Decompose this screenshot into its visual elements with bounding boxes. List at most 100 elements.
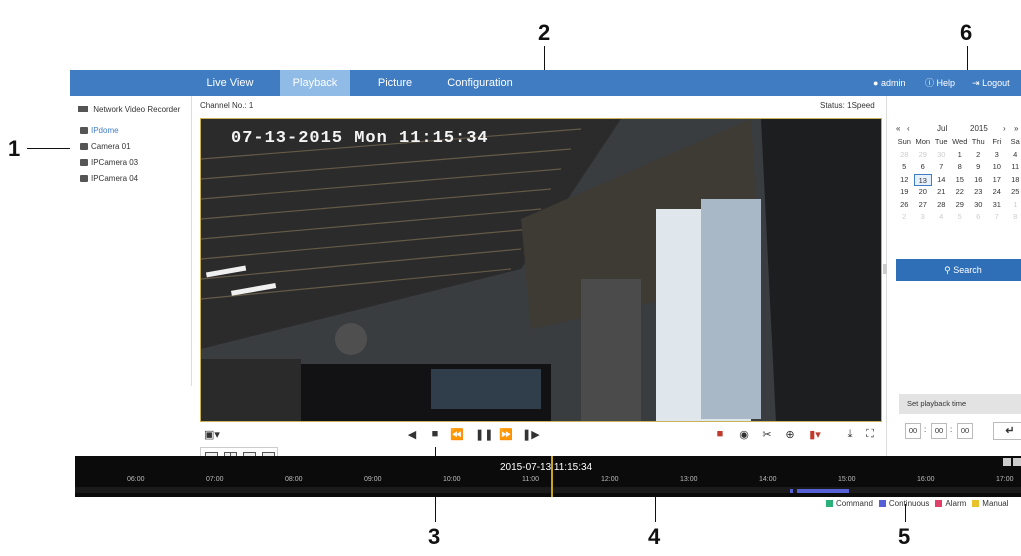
second-field[interactable]: 00 — [957, 423, 973, 439]
prev-year-icon[interactable]: « — [896, 124, 900, 133]
calendar-day[interactable]: 1 — [951, 149, 970, 162]
calendar-day[interactable]: 7 — [932, 161, 951, 174]
calendar-day[interactable]: 15 — [951, 174, 970, 187]
help-label: Help — [936, 78, 956, 88]
calendar-day[interactable]: 4 — [1006, 149, 1021, 162]
calendar-day[interactable]: 29 — [951, 199, 970, 212]
calendar-day[interactable]: 6 — [914, 161, 933, 174]
next-month-icon[interactable]: › — [1003, 124, 1006, 133]
nav-picture[interactable]: Picture — [370, 70, 420, 96]
calendar-day[interactable]: 31 — [988, 199, 1007, 212]
nav-playback[interactable]: Playback — [280, 70, 350, 96]
calendar-day[interactable]: 30 — [932, 149, 951, 162]
panel-collapse-handle[interactable] — [883, 264, 887, 274]
zoom-out-icon[interactable] — [1003, 458, 1011, 466]
clip-icon[interactable]: ✂ — [760, 428, 774, 441]
playback-toolbar: ▣▾ ◀ ■ ⏪ ❚❚ ⏩ ❚▶ ■ ◉ ✂ ⊕ ▮▾ ⤓ ⛶ — [200, 425, 882, 447]
playback-timeline[interactable]: 2015-07-13 11:15:34 06:00 07:00 08:00 09:00… — [75, 456, 1021, 497]
single-frame-icon[interactable]: ❚▶ — [522, 428, 540, 441]
calendar-day[interactable]: 14 — [932, 174, 951, 187]
calendar-day[interactable]: 3 — [914, 211, 933, 224]
legend-label: Command — [836, 499, 873, 508]
nav-live-view[interactable]: Live View — [200, 70, 260, 96]
minute-field[interactable]: 00 — [931, 423, 947, 439]
calendar-day[interactable]: 26 — [895, 199, 914, 212]
calendar-day[interactable]: 10 — [988, 161, 1007, 174]
calendar-day[interactable]: 5 — [951, 211, 970, 224]
volume-icon[interactable]: ▮▾ — [804, 428, 826, 441]
calendar-day[interactable]: 24 — [988, 186, 1007, 199]
weekday-label: Wed — [952, 137, 968, 146]
legend-swatch — [826, 500, 833, 507]
calendar-day[interactable]: 1 — [1006, 199, 1021, 212]
calendar-day[interactable]: 12 — [895, 174, 914, 187]
video-frame-image — [201, 119, 881, 421]
calendar-day[interactable]: 19 — [895, 186, 914, 199]
calendar-day[interactable]: 8 — [1006, 211, 1021, 224]
tree-item-ipdome[interactable]: IPdome — [80, 126, 119, 135]
tree-item-camera-01[interactable]: Camera 01 — [80, 142, 131, 151]
pause-icon[interactable]: ❚❚ — [475, 428, 493, 441]
calendar-day[interactable]: 13 — [913, 173, 932, 186]
camera-icon — [80, 143, 88, 150]
go-to-time-button[interactable]: ↵ — [993, 422, 1021, 440]
tree-item-label: IPCamera 03 — [91, 158, 139, 167]
tree-item-ipcamera-03[interactable]: IPCamera 03 — [80, 158, 138, 167]
calendar-day[interactable]: 4 — [932, 211, 951, 224]
callout-2-line — [544, 46, 545, 70]
slow-forward-icon[interactable]: ⏪ — [450, 428, 464, 441]
search-button[interactable]: ⚲ Search — [896, 259, 1021, 281]
calendar-day[interactable]: 2 — [895, 211, 914, 224]
timeline-tick-label: 06:00 — [127, 476, 145, 483]
digital-zoom-icon[interactable]: ⊕ — [783, 428, 797, 441]
video-playback-window[interactable]: 07-13-2015 Mon 11:15:34 — [200, 118, 882, 422]
calendar-day[interactable]: 3 — [988, 149, 1007, 162]
calendar-day[interactable]: 16 — [969, 174, 988, 187]
calendar-day[interactable]: 7 — [988, 211, 1007, 224]
time-separator: : — [924, 425, 927, 434]
stop-all-icon[interactable]: ■ — [713, 428, 727, 440]
calendar-day[interactable]: 30 — [969, 199, 988, 212]
prev-month-icon[interactable]: ‹ — [907, 124, 910, 133]
capture-icon[interactable]: ◉ — [737, 428, 751, 441]
calendar-day[interactable]: 21 — [932, 186, 951, 199]
calendar-day[interactable]: 28 — [932, 199, 951, 212]
calendar-day[interactable]: 8 — [951, 161, 970, 174]
calendar-day[interactable]: 22 — [951, 186, 970, 199]
fast-forward-icon[interactable]: ⏩ — [499, 428, 513, 441]
calendar-day[interactable]: 29 — [914, 149, 933, 162]
download-icon[interactable]: ⤓ — [843, 428, 857, 441]
nav-configuration[interactable]: Configuration — [440, 70, 520, 96]
next-year-icon[interactable]: » — [1014, 124, 1018, 133]
stop-icon[interactable]: ■ — [428, 428, 442, 440]
timeline-tick-label: 13:00 — [680, 476, 698, 483]
timeline-cursor[interactable] — [551, 456, 553, 497]
calendar-day[interactable]: 17 — [988, 174, 1007, 187]
calendar-day[interactable]: 2 — [969, 149, 988, 162]
tree-root-nvr[interactable]: Network Video Recorder — [78, 105, 180, 114]
calendar-day[interactable]: 11 — [1006, 161, 1021, 174]
calendar-day[interactable]: 25 — [1006, 186, 1021, 199]
weekday-label: Mon — [915, 137, 931, 146]
zoom-in-icon[interactable] — [1013, 458, 1021, 466]
fullscreen-icon[interactable]: ⛶ — [863, 428, 877, 441]
calendar-day[interactable]: 23 — [969, 186, 988, 199]
logout-link[interactable]: ⇥ Logout — [972, 70, 1010, 96]
calendar-day[interactable]: 27 — [914, 199, 933, 212]
weekday-label: Fri — [992, 137, 1002, 146]
calendar-day[interactable]: 18 — [1006, 174, 1021, 187]
calendar-day[interactable]: 20 — [914, 186, 933, 199]
calendar-week: 28 29 30 1 2 3 4 — [895, 149, 1021, 162]
window-layout-dropdown[interactable]: ▣▾ — [204, 428, 228, 441]
calendar-day[interactable]: 6 — [969, 211, 988, 224]
tree-item-ipcamera-04[interactable]: IPCamera 04 — [80, 174, 138, 183]
calendar-day[interactable]: 5 — [895, 161, 914, 174]
user-menu[interactable]: ● admin — [873, 70, 905, 96]
calendar-day[interactable]: 28 — [895, 149, 914, 162]
reverse-play-icon[interactable]: ◀ — [405, 428, 419, 441]
calendar-day[interactable]: 9 — [969, 161, 988, 174]
help-link[interactable]: ⓘ Help — [925, 70, 955, 96]
camera-icon — [80, 175, 88, 182]
hour-field[interactable]: 00 — [905, 423, 921, 439]
channel-number: Channel No.: 1 — [200, 101, 254, 110]
